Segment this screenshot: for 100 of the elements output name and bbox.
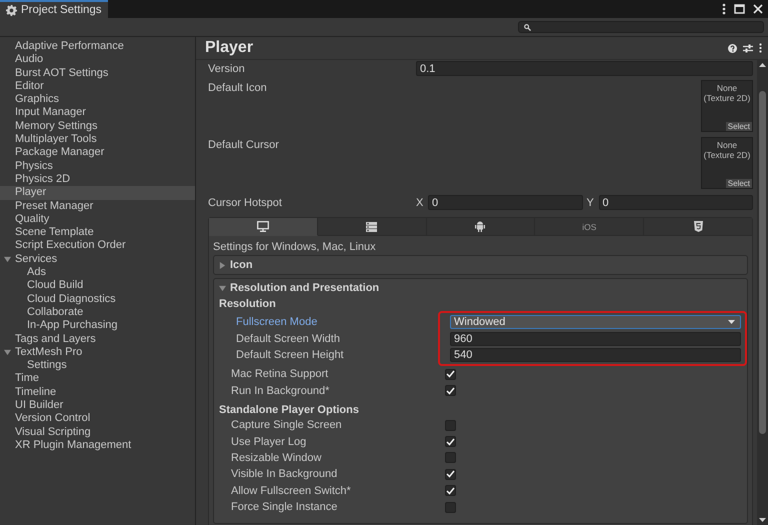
more-icon[interactable]	[722, 3, 726, 15]
search-icon	[524, 24, 531, 30]
sidebar-item[interactable]: Adaptive Performance	[0, 40, 195, 54]
sidebar-item[interactable]: Burst AOT Settings	[0, 66, 195, 80]
sidebar-item[interactable]: Scene Template	[0, 226, 195, 240]
field-label: Use Player Log	[231, 436, 308, 448]
platform-tab[interactable]	[209, 218, 318, 236]
sidebar-item[interactable]: UI Builder	[0, 399, 195, 412]
sliders-icon[interactable]	[743, 44, 753, 52]
checkmark-icon	[446, 438, 455, 446]
platform-tab[interactable]	[426, 218, 536, 236]
sidebar-item[interactable]: Package Manager	[0, 146, 195, 160]
group-title: Resolution	[219, 297, 277, 311]
window-title: Project Settings	[21, 4, 102, 16]
field-label: Run In Background*	[231, 384, 330, 397]
sidebar-item[interactable]: Quality	[0, 212, 195, 226]
page-title: Player	[205, 39, 254, 57]
scroll-up-icon[interactable]	[759, 63, 766, 67]
sidebar-item[interactable]: Collaborate	[0, 306, 195, 320]
search-field[interactable]	[518, 21, 764, 33]
sidebar-item[interactable]: Physics 2D	[0, 172, 195, 186]
sidebar-item[interactable]: Cloud Diagnostics	[0, 292, 195, 306]
foldout-arrow-icon	[219, 262, 226, 268]
fullscreen-dropdown[interactable]: Windowed	[450, 315, 741, 330]
settings-icon	[6, 4, 17, 16]
axis-label: X	[416, 196, 424, 208]
scroll-down-icon[interactable]	[759, 518, 766, 522]
checkbox[interactable]	[445, 468, 456, 480]
platform-tab[interactable]: iOS	[535, 218, 644, 236]
android-icon	[475, 221, 486, 232]
field-label: Visible In Background	[231, 468, 338, 480]
texture-field[interactable]: None (Texture 2D) Select	[701, 80, 753, 132]
sidebar-item[interactable]: Ads	[0, 266, 195, 280]
checkbox[interactable]	[445, 436, 456, 448]
section-header[interactable]: Resolution and Presentation	[214, 279, 747, 297]
caret-icon	[728, 320, 735, 324]
sidebar-item[interactable]: Visual Scripting	[0, 426, 195, 439]
field-label: Cursor Hotspot	[208, 196, 283, 208]
checkbox[interactable]	[445, 420, 456, 431]
texture-field[interactable]: None (Texture 2D) Select	[701, 137, 753, 189]
platform-tab[interactable]	[318, 218, 427, 236]
y-field[interactable]: 0	[598, 195, 753, 210]
sidebar-item[interactable]: Time	[0, 372, 195, 386]
platform-caption: Settings for Windows, Mac, Linux	[212, 240, 377, 255]
maximize-icon[interactable]	[734, 4, 745, 14]
monitor-icon	[256, 221, 269, 232]
section-header[interactable]: Icon	[214, 256, 747, 274]
checkbox[interactable]	[445, 385, 456, 396]
field-label: Fullscreen Mode	[236, 316, 318, 328]
sidebar-item[interactable]: Player	[0, 186, 195, 200]
sidebar-item[interactable]: In-App Purchasing	[0, 319, 195, 333]
sidebar-item[interactable]: Editor	[0, 80, 195, 94]
field-label: Mac Retina Support	[231, 368, 330, 380]
sidebar-item[interactable]: Tags and Layers	[0, 332, 195, 346]
number-field[interactable]: 960	[450, 332, 741, 346]
foldout-arrow-icon	[219, 284, 226, 292]
field-label: Default Screen Height	[236, 348, 345, 361]
select-button[interactable]: Select	[726, 179, 752, 188]
server-icon	[366, 222, 378, 232]
group-title: Standalone Player Options	[219, 402, 360, 417]
checkbox[interactable]	[445, 485, 456, 496]
field-label: Force Single Instance	[231, 501, 338, 514]
sidebar-item[interactable]: Memory Settings	[0, 120, 195, 134]
sidebar-item[interactable]: Physics	[0, 160, 195, 173]
sidebar-item[interactable]: Timeline	[0, 386, 195, 400]
sidebar-item[interactable]: Version Control	[0, 412, 195, 426]
sidebar-item[interactable]: Audio	[0, 53, 195, 67]
more-icon[interactable]	[759, 43, 762, 53]
expand-arrow-icon[interactable]	[4, 348, 11, 356]
scrollbar-thumb[interactable]	[759, 91, 766, 434]
platform-tab[interactable]	[644, 218, 752, 236]
sidebar-item[interactable]: Cloud Build	[0, 279, 195, 293]
sidebar-item[interactable]: Services	[0, 252, 195, 266]
field-label: Version	[208, 62, 246, 74]
field-label: Default Screen Width	[236, 332, 341, 345]
field-label: Capture Single Screen	[231, 419, 343, 432]
checkbox[interactable]	[445, 452, 456, 464]
field-label: Allow Fullscreen Switch*	[231, 484, 352, 497]
checkbox[interactable]	[445, 368, 456, 380]
sidebar-item[interactable]: Preset Manager	[0, 200, 195, 213]
sidebar-item[interactable]: Script Execution Order	[0, 239, 195, 253]
sidebar-item[interactable]: Settings	[0, 359, 195, 372]
help-icon[interactable]	[728, 44, 737, 52]
sidebar-item[interactable]: XR Plugin Management	[0, 438, 195, 452]
window-tab[interactable]: Project Settings	[0, 0, 108, 18]
checkbox[interactable]	[445, 502, 456, 513]
select-button[interactable]: Select	[726, 122, 752, 131]
sidebar-item[interactable]: TextMesh Pro	[0, 346, 195, 360]
version-field[interactable]: 0.1	[416, 61, 753, 76]
field-label: Resizable Window	[231, 452, 322, 464]
field-label: Default Icon	[208, 81, 268, 96]
axis-label: Y	[586, 196, 594, 208]
close-icon[interactable]	[753, 4, 763, 14]
x-field[interactable]: 0	[428, 195, 582, 210]
number-field[interactable]: 540	[450, 348, 741, 362]
sidebar-item[interactable]: Graphics	[0, 93, 195, 106]
html5-icon	[694, 221, 703, 232]
sidebar-item[interactable]: Input Manager	[0, 106, 195, 120]
sidebar-item[interactable]: Multiplayer Tools	[0, 133, 195, 146]
expand-arrow-icon[interactable]	[4, 256, 11, 263]
